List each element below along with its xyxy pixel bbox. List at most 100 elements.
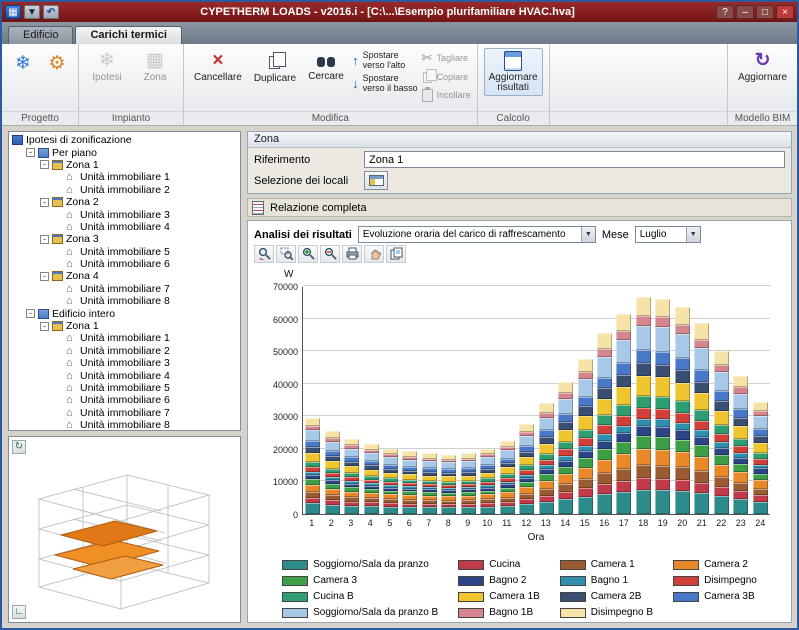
tree-unit-icon: ⌂	[66, 394, 73, 407]
tree-item[interactable]: Ipotesi di zonificazione	[9, 134, 240, 146]
tree-collapse-box[interactable]: -	[40, 321, 49, 331]
chart-bar-segment	[655, 490, 671, 514]
save-icon[interactable]: ▼	[24, 5, 40, 19]
chart-bar-segment	[694, 430, 710, 437]
cancellare-button[interactable]: × Cancellare	[190, 48, 246, 85]
tree-collapse-box[interactable]: -	[40, 234, 49, 244]
zoom-out-icon[interactable]	[320, 244, 340, 263]
tree-item[interactable]: ⌂ Unità immobiliare 4	[9, 369, 240, 382]
tree-item[interactable]: ⌂ Unità immobiliare 3	[9, 357, 240, 369]
results-box: Analisi dei risultati Evoluzione oraria …	[247, 220, 792, 623]
chart-bar-slot	[750, 287, 769, 514]
chart-bar-segment	[752, 436, 768, 443]
main-content: Ipotesi di zonificazione - Per piano - Zona …	[2, 126, 797, 628]
cercare-button[interactable]: Cercare	[304, 48, 348, 84]
tree-item[interactable]: ⌂ Unità immobiliare 7	[9, 283, 240, 295]
incollare-button[interactable]: Incollare	[421, 87, 471, 102]
tree-item[interactable]: ⌂ Unità immobiliare 4	[9, 221, 240, 233]
tree-collapse-box[interactable]: -	[40, 271, 49, 281]
tree-collapse-box[interactable]: -	[40, 197, 49, 207]
legend-label: Bagno 1	[590, 575, 629, 586]
axes-widget-icon[interactable]: ∟	[12, 605, 26, 619]
move-up-button[interactable]: ↑ Spostare verso l'alto	[352, 50, 418, 70]
tree-collapse-box[interactable]: -	[40, 160, 49, 170]
riferimento-input[interactable]	[364, 151, 785, 168]
tree-item[interactable]: ⌂ Unità immobiliare 1	[9, 171, 240, 183]
selezione-locali-button[interactable]	[364, 171, 388, 190]
tagliare-button[interactable]: ✂ Tagliare	[422, 50, 471, 66]
tree-item[interactable]: ⌂ Unità immobiliare 5	[9, 382, 240, 394]
tree-item[interactable]: ⌂ Unità immobiliare 3	[9, 208, 240, 221]
tab-edificio[interactable]: Edificio	[8, 26, 74, 44]
tree-item[interactable]: - Zona 4	[9, 270, 240, 282]
chart-bar-segment	[655, 327, 671, 352]
tree-collapse-box[interactable]: -	[26, 309, 35, 319]
app-icon[interactable]: ▦	[5, 5, 21, 19]
chart-bar	[538, 403, 554, 514]
tab-carichi-termici[interactable]: Carichi termici	[75, 26, 182, 44]
tree-item-label: Unità immobiliare 6	[80, 394, 170, 407]
print-icon[interactable]	[342, 244, 362, 263]
mese-dropdown[interactable]: Luglio ▼	[634, 226, 701, 244]
climate-hypothesis-icon[interactable]: ❄	[8, 48, 38, 78]
chart-bar-segment	[577, 451, 593, 458]
chart-bar-segment	[538, 403, 554, 413]
tree-item[interactable]: ⌂ Unità immobiliare 1	[9, 332, 240, 344]
chart-bar-segment	[597, 434, 613, 441]
chart-bar-slot	[478, 287, 497, 514]
tree-item[interactable]: - Zona 2	[9, 196, 240, 208]
chart-bar-segment	[616, 363, 632, 375]
pan-hand-icon[interactable]	[364, 244, 384, 263]
tree-item[interactable]: ⌂ Unità immobiliare 6	[9, 394, 240, 406]
aggiornare-risultati-button[interactable]: Aggiornare risultati	[483, 48, 543, 96]
model-3d-view[interactable]: ↻ ∟	[8, 436, 241, 623]
zona-button[interactable]: ▦ Zona	[133, 48, 177, 85]
ribbon-group-impianto: ❄ Ipotesi ▦ Zona Impianto	[79, 44, 184, 125]
export-chart-icon[interactable]	[386, 244, 406, 263]
minimize-button[interactable]: –	[736, 5, 754, 19]
ipotesi-button[interactable]: ❄ Ipotesi	[85, 48, 129, 85]
bim-aggiornare-button[interactable]: ↻ Aggiornare	[734, 48, 791, 85]
ribbon-group-label: Impianto	[79, 111, 183, 125]
undo-icon[interactable]: ↶	[43, 5, 59, 19]
tree-item-label: Unità immobiliare 2	[80, 344, 170, 357]
tree-item[interactable]: - Zona 1	[9, 159, 240, 171]
zoom-window-icon[interactable]	[276, 244, 296, 263]
help-button[interactable]: ?	[716, 5, 734, 19]
close-button[interactable]: ×	[776, 5, 794, 19]
tree-item-label: Unità immobiliare 1	[80, 332, 170, 345]
tree-collapse-box[interactable]: -	[26, 148, 35, 158]
duplicare-button[interactable]: Duplicare	[250, 48, 300, 86]
tree-item[interactable]: - Per piano	[9, 146, 240, 159]
zoom-reset-icon[interactable]	[254, 244, 274, 263]
tree-item[interactable]: - Edificio intero	[9, 307, 240, 320]
tree-item[interactable]: ⌂ Unità immobiliare 8	[9, 295, 240, 307]
tree-item[interactable]: - Zona 1	[9, 320, 240, 332]
tree-item[interactable]: ⌂ Unità immobiliare 8	[9, 419, 240, 431]
chart-bar-slot	[634, 287, 653, 514]
copiare-button[interactable]: Copiare	[422, 69, 471, 84]
tree-item-label: Unità immobiliare 8	[80, 419, 170, 431]
tree-item[interactable]: ⌂ Unità immobiliare 2	[9, 345, 240, 357]
zoom-in-icon[interactable]	[298, 244, 318, 263]
chart-bar-slot	[420, 287, 439, 514]
chart-bar-segment	[635, 490, 651, 514]
chart-bar-slot	[303, 287, 322, 514]
tree-item[interactable]: ⌂ Unità immobiliare 5	[9, 246, 240, 258]
chart-bar-segment	[616, 314, 632, 331]
legend-item: Camera 2B	[559, 591, 653, 602]
tree-item[interactable]: ⌂ Unità immobiliare 2	[9, 184, 240, 196]
chart-bar-segment	[713, 434, 729, 442]
chart-bar-segment	[733, 409, 749, 418]
orbit-icon[interactable]: ↻	[12, 440, 26, 454]
zonification-tree: Ipotesi di zonificazione - Per piano - Zona …	[8, 131, 241, 431]
chart-bar-segment	[597, 357, 613, 378]
tree-item[interactable]: ⌂ Unità immobiliare 7	[9, 407, 240, 419]
tree-item[interactable]: ⌂ Unità immobiliare 6	[9, 258, 240, 270]
general-options-gear-icon[interactable]: ⚙	[42, 48, 72, 78]
analisi-risultati-dropdown[interactable]: Evoluzione oraria del carico di raffresc…	[357, 226, 596, 244]
relazione-completa-bar[interactable]: Relazione completa	[247, 198, 792, 217]
maximize-button[interactable]: □	[756, 5, 774, 19]
tree-item[interactable]: - Zona 3	[9, 233, 240, 245]
move-down-button[interactable]: ↓ Spostare verso il basso	[352, 73, 418, 93]
